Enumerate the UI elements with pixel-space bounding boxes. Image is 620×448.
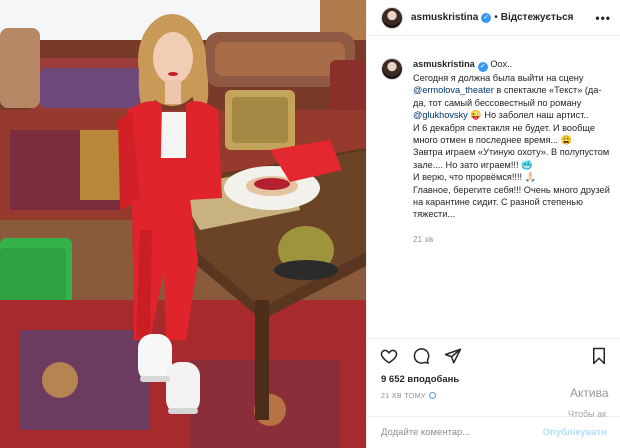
globe-icon [428, 392, 436, 399]
action-bar [367, 338, 620, 372]
activation-watermark-subtitle: Чтобы ак [568, 409, 607, 419]
comment-icon[interactable] [411, 346, 431, 366]
post-header: asmuskristina ✓ • Відстежується ••• [367, 0, 620, 36]
publish-button[interactable]: Опублікувати [543, 427, 607, 438]
following-button[interactable]: Відстежується [501, 12, 574, 23]
caption-line: И верю, что прорвёмся!!!! 🙏🏻 [413, 172, 537, 183]
caption-line: Оох.. [487, 59, 513, 69]
activation-watermark-title: Актива [570, 386, 609, 400]
verified-badge-icon: ✓ [477, 62, 488, 72]
caption-username[interactable]: asmuskristina [413, 59, 475, 69]
more-options-icon[interactable]: ••• [595, 11, 611, 25]
caption-line: Завтра играем «Утиную охоту». В полупуст… [413, 147, 610, 170]
caption-text: asmuskristina ✓ Оох.. Сегодня я должна бы… [413, 58, 611, 221]
verified-badge-icon: ✓ [481, 12, 492, 23]
share-icon[interactable] [443, 346, 463, 366]
post-photo[interactable] [0, 0, 366, 448]
caption-line: Сегодня я должна была выйти на сцену [413, 73, 584, 83]
post-timestamp-text: 21 ХВ ТОМУ [381, 393, 426, 400]
caption-line: Главное, берегите себя!!! Очень много др… [413, 184, 610, 220]
bookmark-icon[interactable] [589, 346, 609, 366]
caption-line: 😜 Но заболел наш артист.. [467, 110, 589, 121]
post-timestamp[interactable]: 21 ХВ ТОМУ [381, 392, 436, 400]
avatar[interactable] [381, 6, 403, 29]
separator-dot: • [494, 12, 498, 23]
post-sidebar: asmuskristina ✓ • Відстежується ••• asmu… [366, 0, 620, 448]
post-caption: asmuskristina ✓ Оох.. Сегодня я должна бы… [381, 58, 613, 244]
caption-avatar[interactable] [381, 58, 403, 80]
username-link[interactable]: asmuskristina [411, 12, 478, 23]
caption-timestamp[interactable]: 21 хв [413, 235, 611, 244]
comment-input[interactable] [381, 427, 543, 438]
likes-count[interactable]: 9 652 вподобань [381, 374, 459, 385]
heart-icon[interactable] [379, 346, 399, 366]
mention-link[interactable]: @glukhovsky [413, 110, 468, 120]
mention-link[interactable]: @ermolova_theater [413, 85, 494, 95]
caption-line: И 6 декабря спектакля не будет. И вообще… [413, 122, 595, 146]
post-image [0, 0, 366, 448]
comment-bar: Опублікувати [367, 416, 620, 448]
